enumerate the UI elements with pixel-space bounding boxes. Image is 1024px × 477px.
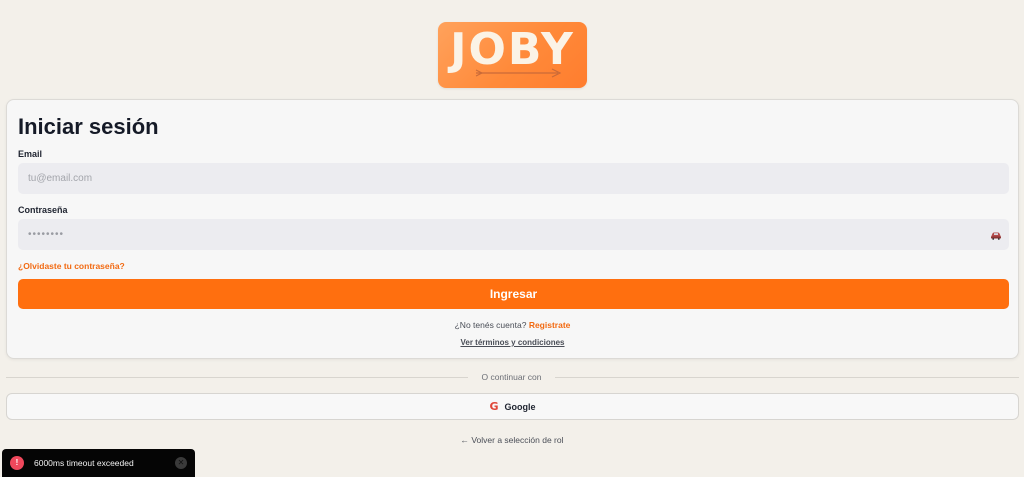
joby-logo: JOBY	[438, 22, 587, 88]
toast-message: 6000ms timeout exceeded	[34, 458, 134, 468]
password-label: Contraseña	[18, 205, 68, 215]
forgot-password-link[interactable]: ¿Olvidaste tu contraseña?	[18, 261, 125, 271]
google-login-button[interactable]: G Google	[6, 393, 1019, 420]
show-password-icon[interactable]	[990, 230, 1002, 240]
signup-prompt: ¿No tenés cuenta? Registrate	[7, 320, 1018, 330]
login-button[interactable]: Ingresar	[18, 279, 1009, 309]
divider-line-left	[6, 377, 468, 378]
login-card: Iniciar sesión Email Contraseña ¿Olvidas…	[6, 99, 1019, 359]
error-icon: !	[10, 456, 24, 470]
page-title: Iniciar sesión	[18, 114, 159, 139]
google-icon: G	[489, 400, 499, 413]
divider-line-right	[555, 377, 1019, 378]
logo-arrow-icon	[475, 68, 562, 78]
signup-prompt-text: ¿No tenés cuenta?	[454, 320, 527, 330]
terms-link[interactable]: Ver términos y condiciones	[7, 338, 1018, 347]
email-label: Email	[18, 149, 43, 159]
divider-text: O continuar con	[481, 372, 542, 382]
close-icon[interactable]: ✕	[175, 457, 187, 469]
google-label: Google	[504, 401, 536, 412]
error-toast: ! 6000ms timeout exceeded ✕	[2, 449, 195, 477]
login-page: JOBY Iniciar sesión Email Contraseña ¿Ol…	[0, 0, 1024, 477]
signup-link[interactable]: Registrate	[529, 320, 571, 330]
password-input[interactable]	[18, 219, 1009, 250]
back-to-role-link[interactable]: ← Volver a selección de rol	[0, 435, 1024, 445]
email-input[interactable]	[18, 163, 1009, 194]
